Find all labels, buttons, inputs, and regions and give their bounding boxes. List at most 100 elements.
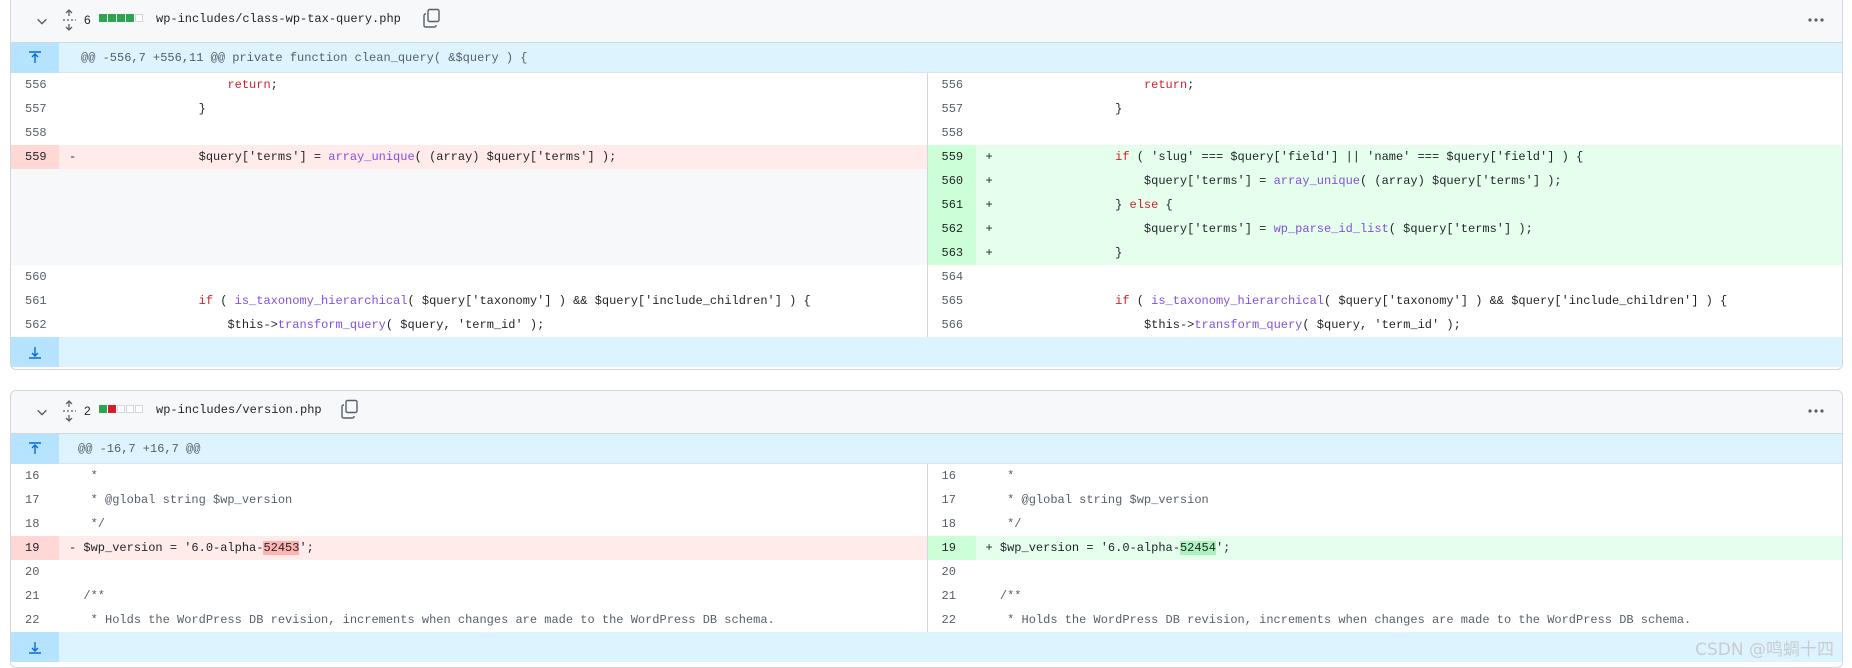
line-number[interactable]: 22 <box>928 608 976 632</box>
expand-all-icon[interactable] <box>61 9 77 31</box>
code-text: * @global string $wp_version <box>83 493 293 507</box>
line-number[interactable]: 565 <box>928 289 976 313</box>
line-number[interactable]: 560 <box>11 265 59 289</box>
diff-row: 563 + } <box>927 241 1842 265</box>
line-number[interactable]: 564 <box>928 265 976 289</box>
diff-sign <box>986 126 1000 140</box>
code-text: $query['terms'] = array_unique( (array) … <box>83 150 617 164</box>
line-number[interactable]: 18 <box>928 512 976 536</box>
code-text: $wp_version = '6.0-alpha- <box>999 541 1180 555</box>
diff-row: 556 return; <box>11 73 927 97</box>
diff-sign: - <box>69 150 84 164</box>
diff-sign <box>69 126 83 140</box>
code-line: * <box>59 464 927 488</box>
code-line: */ <box>59 512 927 536</box>
line-number[interactable]: 557 <box>928 97 976 121</box>
file-header: 6 wp-includes/class-wp-tax-query.php <box>11 0 1842 43</box>
hunk-header-text: @@ -16,7 +16,7 @@ <box>78 442 201 456</box>
line-number[interactable]: 18 <box>11 512 59 536</box>
line-number[interactable]: 558 <box>11 121 59 145</box>
code-line: - $wp_version = '6.0-alpha-52453'; <box>59 536 927 560</box>
line-number[interactable]: 561 <box>927 193 976 217</box>
file-name[interactable]: wp-includes/version.php <box>156 403 322 417</box>
code-text: * <box>83 469 98 483</box>
line-number[interactable]: 19 <box>11 536 59 560</box>
line-number[interactable]: 557 <box>11 97 59 121</box>
line-number[interactable]: 20 <box>928 560 976 584</box>
line-number[interactable]: 19 <box>927 536 976 560</box>
line-number[interactable]: 17 <box>928 488 976 512</box>
line-number[interactable]: 560 <box>927 169 976 193</box>
line-number[interactable]: 16 <box>11 464 59 488</box>
line-number[interactable]: 20 <box>11 560 59 584</box>
kebab-menu-icon[interactable] <box>1806 10 1826 30</box>
diff-sign <box>986 78 1000 92</box>
code-line: if ( is_taxonomy_hierarchical( $query['t… <box>59 289 927 313</box>
line-number[interactable] <box>11 217 59 241</box>
expand-down-icon[interactable] <box>11 632 59 662</box>
diff-sign <box>69 613 83 627</box>
line-number[interactable]: 562 <box>927 217 976 241</box>
line-number[interactable]: 17 <box>11 488 59 512</box>
line-number[interactable]: 566 <box>928 313 976 337</box>
diff-sign <box>986 565 1000 579</box>
code-line: */ <box>976 512 1843 536</box>
code-line: * Holds the WordPress DB revision, incre… <box>59 608 927 632</box>
diffstat-blocks <box>99 405 143 413</box>
code-line: /** <box>976 584 1843 608</box>
code-text: * Holds the WordPress DB revision, incre… <box>999 613 1692 627</box>
expand-up-icon[interactable] <box>11 434 59 464</box>
expand-up-icon[interactable] <box>11 43 59 73</box>
chevron-down-icon[interactable] <box>33 403 51 421</box>
diff-row: 20 <box>928 560 1843 584</box>
diff-row: 557 } <box>928 97 1843 121</box>
copy-icon[interactable] <box>423 8 441 28</box>
diff-row: 566 $this->transform_query( $query, 'ter… <box>928 313 1843 337</box>
diff-sign: + <box>985 222 1000 236</box>
line-number[interactable]: 561 <box>11 289 59 313</box>
diff-row-empty <box>11 169 927 193</box>
code-line: $this->transform_query( $query, 'term_id… <box>976 313 1843 337</box>
diff-sign <box>69 318 83 332</box>
split-diff: 556 return; 557 } 558 559- $query['terms']… <box>11 73 1842 337</box>
code-line <box>59 560 927 584</box>
code-line <box>976 560 1843 584</box>
line-number[interactable] <box>11 241 59 265</box>
line-number[interactable]: 556 <box>928 73 976 97</box>
diff-row: 560 + $query['terms'] = array_unique( (ar… <box>927 169 1842 193</box>
line-number[interactable]: 22 <box>11 608 59 632</box>
line-number[interactable]: 21 <box>928 584 976 608</box>
diff-row: 559- $query['terms'] = array_unique( (ar… <box>11 145 927 169</box>
diff-sign <box>69 78 83 92</box>
diff-sign <box>69 270 83 284</box>
line-number[interactable]: 21 <box>11 584 59 608</box>
expand-all-icon[interactable] <box>61 400 77 422</box>
diff-row: 18 */ <box>928 512 1843 536</box>
diff-row: 557 } <box>11 97 927 121</box>
expand-down-icon[interactable] <box>11 337 59 367</box>
diff-sign: - <box>69 541 84 555</box>
line-number[interactable]: 559 <box>927 145 976 169</box>
copy-icon[interactable] <box>341 399 359 419</box>
line-number[interactable]: 558 <box>928 121 976 145</box>
line-number[interactable]: 16 <box>928 464 976 488</box>
line-number[interactable] <box>11 169 59 193</box>
code-line: if ( is_taxonomy_hierarchical( $query['t… <box>976 289 1843 313</box>
line-number[interactable]: 563 <box>927 241 976 265</box>
hunk-header: @@ -556,7 +556,11 @@ private function cl… <box>11 43 1842 73</box>
code-line: + $wp_version = '6.0-alpha-52454'; <box>976 536 1843 560</box>
line-number[interactable]: 559 <box>11 145 59 169</box>
diff-row: 16 * <box>11 464 927 488</box>
line-number[interactable]: 556 <box>11 73 59 97</box>
diff-sign <box>69 294 83 308</box>
chevron-down-icon[interactable] <box>33 12 51 30</box>
diff-sign: + <box>985 174 1000 188</box>
watermark: CSDN @鸣蜩十四 <box>1695 640 1834 660</box>
code-line <box>59 241 927 265</box>
diff-sign <box>69 469 83 483</box>
diff-sign: + <box>985 198 1000 212</box>
line-number[interactable] <box>11 193 59 217</box>
kebab-menu-icon[interactable] <box>1806 401 1826 421</box>
file-name[interactable]: wp-includes/class-wp-tax-query.php <box>156 12 401 26</box>
line-number[interactable]: 562 <box>11 313 59 337</box>
